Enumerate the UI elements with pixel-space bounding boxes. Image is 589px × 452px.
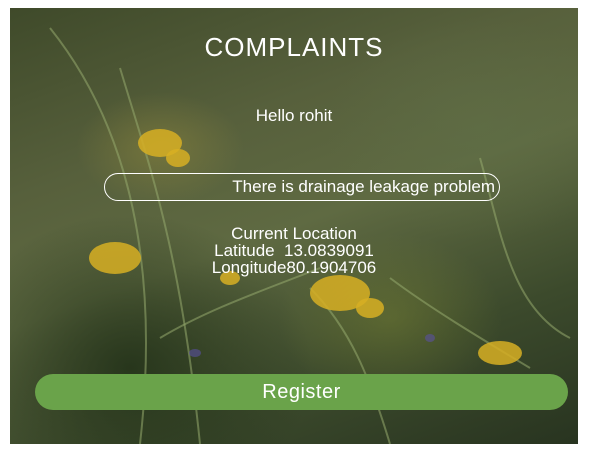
complaints-screen: COMPLAINTS Hello rohit Current Location …: [10, 8, 578, 444]
location-block: Current Location Latitude 13.0839091 Lon…: [10, 225, 578, 276]
page-title: COMPLAINTS: [204, 32, 384, 62]
complaint-input[interactable]: [104, 173, 500, 201]
location-heading: Current Location: [231, 224, 357, 243]
longitude-text: Longitude80.1904706: [211, 258, 377, 277]
register-button[interactable]: Register: [35, 374, 568, 410]
latitude-text: Latitude 13.0839091: [214, 241, 374, 260]
greeting-text: Hello rohit: [255, 106, 333, 125]
